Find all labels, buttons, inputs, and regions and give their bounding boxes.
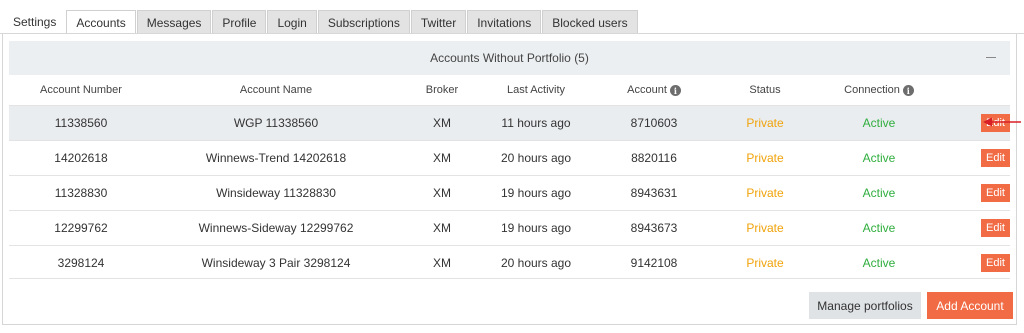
cell-last-activity: 20 hours ago [500,256,572,270]
cell-actions: Edit [949,149,1010,167]
tab-twitter[interactable]: Twitter [410,10,467,34]
cell-status: Private [746,186,784,200]
cell-status: Private [746,221,784,235]
cell-account: 9142108 [630,256,678,270]
tab-subscriptions[interactable]: Subscriptions [317,10,410,34]
edit-button[interactable]: Edit [981,219,1010,237]
cell-account-number: 11328830 [54,186,108,200]
cell-connection: Active [862,256,896,270]
cell-account-name: Winnews-Sideway 12299762 [198,221,354,235]
tab-accounts[interactable]: Accounts [66,10,136,34]
annotation-arrow-icon [983,117,1021,127]
header-account: Account [627,83,667,96]
cell-broker: XM [433,186,451,200]
header-status: Status [749,84,781,96]
edit-button[interactable]: Edit [981,149,1010,167]
cell-broker: XM [433,151,451,165]
cell-account-name: Winnews-Trend 14202618 [205,151,347,165]
edit-button[interactable]: Edit [981,254,1010,272]
table-row: 14202618 Winnews-Trend 14202618 XM 20 ho… [9,140,1010,175]
collapse-button[interactable] [984,50,998,64]
cell-account: 8943631 [630,186,678,200]
cell-broker: XM [433,256,451,270]
tab-login[interactable]: Login [267,10,317,34]
header-last-activity: Last Activity [506,84,566,96]
table-row: 11338560 WGP 11338560 XM 11 hours ago 87… [9,105,1010,140]
tab-bar: Settings Accounts Messages Profile Login… [0,0,1024,34]
cell-account-number: 11338560 [54,116,108,130]
header-account-number: Account Number [40,84,122,96]
cell-account-number: 14202618 [54,151,108,165]
tab-profile[interactable]: Profile [212,10,267,34]
header-connection-cell: Connection i [809,84,949,97]
header-account-name: Account Name [239,84,313,96]
manage-portfolios-button[interactable]: Manage portfolios [809,292,921,319]
cell-last-activity: 19 hours ago [500,221,572,235]
tab-list: Settings Accounts Messages Profile Login… [4,10,639,34]
cell-account: 8820116 [631,151,677,165]
cell-actions: Edit [949,184,1010,202]
table-row: 11328830 Winsideway 11328830 XM 19 hours… [9,175,1010,210]
cell-last-activity: 20 hours ago [500,151,572,165]
cell-connection: Active [862,116,896,130]
panel-title: Accounts Without Portfolio (5) [430,51,589,65]
table-row: 12299762 Winnews-Sideway 12299762 XM 19 … [9,210,1010,245]
header-broker: Broker [425,84,459,96]
cell-actions: Edit [949,219,1010,237]
cell-connection: Active [862,186,896,200]
header-account-cell: Account i [587,84,721,97]
tab-blocked-users[interactable]: Blocked users [542,10,638,34]
cell-actions: Edit [949,254,1010,272]
cell-status: Private [746,151,784,165]
cell-status: Private [746,116,784,130]
cell-account-name: Winsideway 11328830 [216,186,336,200]
cell-broker: XM [433,221,451,235]
cell-broker: XM [433,116,451,130]
add-account-button[interactable]: Add Account [927,292,1013,319]
footer-divider [9,278,1010,279]
cell-status: Private [746,256,784,270]
cell-account: 8710603 [630,116,678,130]
info-icon[interactable]: i [669,85,681,97]
edit-button[interactable]: Edit [981,184,1010,202]
tab-messages[interactable]: Messages [136,10,212,34]
cell-account: 8943673 [630,221,678,235]
cell-last-activity: 11 hours ago [501,116,571,130]
cell-last-activity: 19 hours ago [500,186,572,200]
table-row: 3298124 Winsideway 3 Pair 3298124 XM 20 … [9,245,1010,280]
info-icon[interactable]: i [902,85,914,97]
cell-account-number: 3298124 [57,256,105,270]
table-header: Account Number Account Name Broker Last … [9,75,1010,105]
cell-account-name: Winsideway 3 Pair 3298124 [201,256,351,270]
cell-connection: Active [862,221,896,235]
accounts-panel: Accounts Without Portfolio (5) Account N… [2,34,1017,325]
tab-invitations[interactable]: Invitations [467,10,542,34]
header-connection: Connection [844,83,900,96]
cell-account-number: 12299762 [54,221,108,235]
cell-account-name: WGP 11338560 [233,116,319,130]
minus-icon [986,56,996,58]
panel-header: Accounts Without Portfolio (5) [9,41,1010,75]
tab-settings[interactable]: Settings [4,10,66,34]
cell-connection: Active [862,151,896,165]
